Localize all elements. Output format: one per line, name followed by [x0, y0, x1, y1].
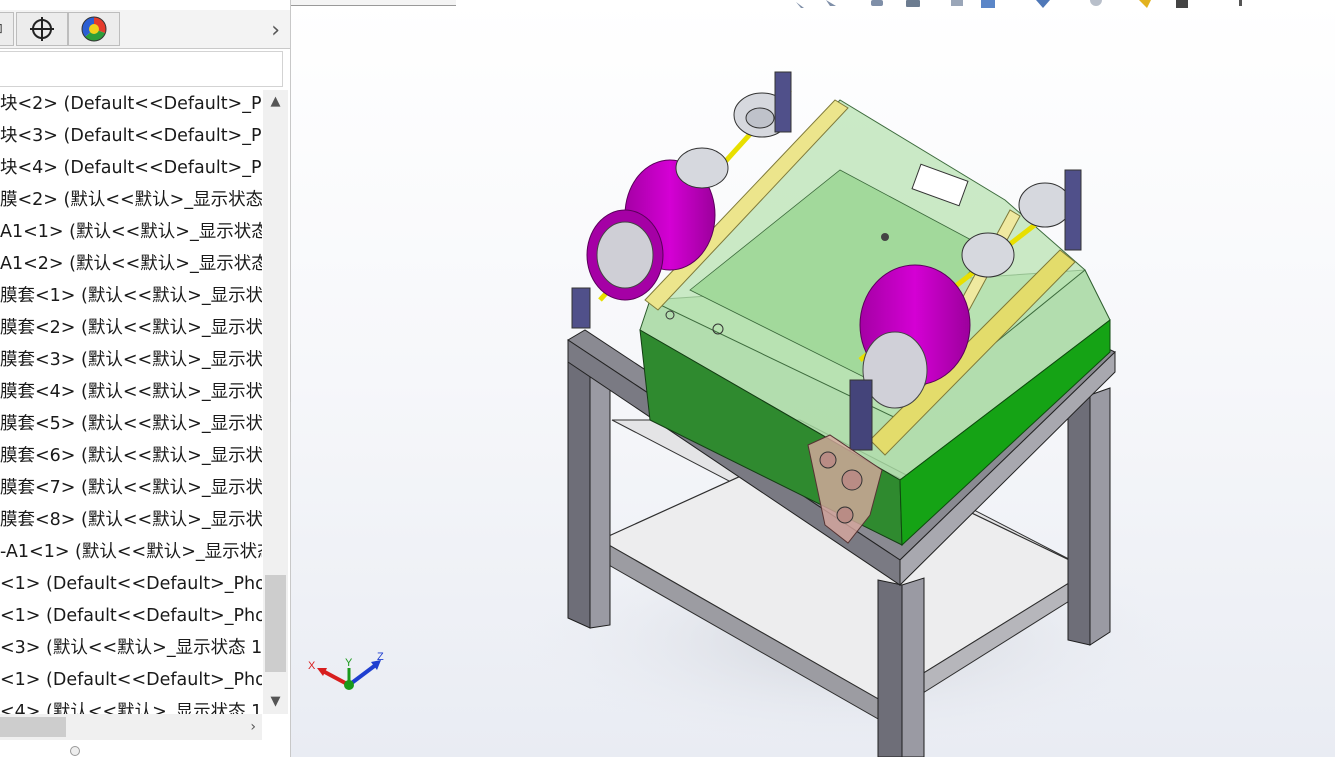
chevron-right-icon[interactable]: ›: [271, 18, 280, 43]
tree-item[interactable]: <4> (默认<<默认>_显示状态 1>: [0, 696, 262, 714]
tree-item[interactable]: 膜套<5> (默认<<默认>_显示状态: [0, 408, 262, 440]
horizontal-scroll-thumb[interactable]: [0, 717, 66, 737]
coordinate-triad: X Y Z: [308, 651, 384, 690]
triad-x-label: X: [308, 660, 316, 672]
assembly-model[interactable]: [291, 0, 1335, 757]
graphics-area[interactable]: X Y Z: [291, 0, 1335, 757]
tree-item[interactable]: 块<3> (Default<<Default>_Phc: [0, 120, 262, 152]
scroll-right-icon[interactable]: ›: [250, 714, 256, 740]
tree-item[interactable]: <1> (Default<<Default>_Photo: [0, 600, 262, 632]
config-tab-icon: ⊡: [0, 21, 3, 37]
feature-manager-panel: ⊡ › 块<2> (Default<<Default>_Phc块<3> (Def…: [0, 0, 291, 757]
triad-y-label: Y: [345, 657, 353, 669]
scroll-down-icon[interactable]: ▼: [263, 690, 288, 714]
panel-resize-handle[interactable]: [70, 746, 80, 756]
appearance-icon: [81, 16, 107, 42]
tree-item[interactable]: 膜套<7> (默认<<默认>_显示状态: [0, 472, 262, 504]
tree-item[interactable]: 块<2> (Default<<Default>_Phc: [0, 88, 262, 120]
tree-item[interactable]: <1> (Default<<Default>_Photo: [0, 568, 262, 600]
tree-vertical-scrollbar[interactable]: ▲ ▼: [263, 90, 288, 714]
feature-tree: 块<2> (Default<<Default>_Phc 块<3> (Default…: [0, 88, 262, 714]
tree-item[interactable]: 膜<2> (默认<<默认>_显示状态 1: [0, 184, 262, 216]
tree-item[interactable]: <3> (默认<<默认>_显示状态 1>: [0, 632, 262, 664]
config-tab[interactable]: ⊡: [0, 12, 14, 46]
dimxpert-tab[interactable]: [16, 12, 68, 46]
display-manager-tab[interactable]: [68, 12, 120, 46]
scroll-up-icon[interactable]: ▲: [263, 90, 288, 114]
tree-item[interactable]: 块<4> (Default<<Default>_Phc: [0, 152, 262, 184]
vertical-scroll-thumb[interactable]: [265, 575, 286, 672]
triad-z-label: Z: [377, 651, 384, 663]
tree-item[interactable]: 膜套<4> (默认<<默认>_显示状态: [0, 376, 262, 408]
tree-item[interactable]: 膜套<6> (默认<<默认>_显示状态: [0, 440, 262, 472]
tree-item[interactable]: A1<2> (默认<<默认>_显示状态: [0, 248, 262, 280]
tree-item[interactable]: 膜套<8> (默认<<默认>_显示状态: [0, 504, 262, 536]
crosshair-icon: [30, 17, 54, 41]
tree-item[interactable]: 膜套<3> (默认<<默认>_显示状态: [0, 344, 262, 376]
tree-horizontal-scrollbar[interactable]: ›: [0, 714, 262, 740]
tree-item[interactable]: <1> (Default<<Default>_Photo: [0, 664, 262, 696]
tree-item[interactable]: A1<1> (默认<<默认>_显示状态: [0, 216, 262, 248]
tree-item[interactable]: 膜套<2> (默认<<默认>_显示状态: [0, 312, 262, 344]
panel-tab-bar: ⊡ ›: [0, 10, 290, 49]
tree-item[interactable]: 膜套<1> (默认<<默认>_显示状态: [0, 280, 262, 312]
tree-item[interactable]: -A1<1> (默认<<默认>_显示状态: [0, 536, 262, 568]
tree-filter-area[interactable]: [0, 51, 283, 87]
